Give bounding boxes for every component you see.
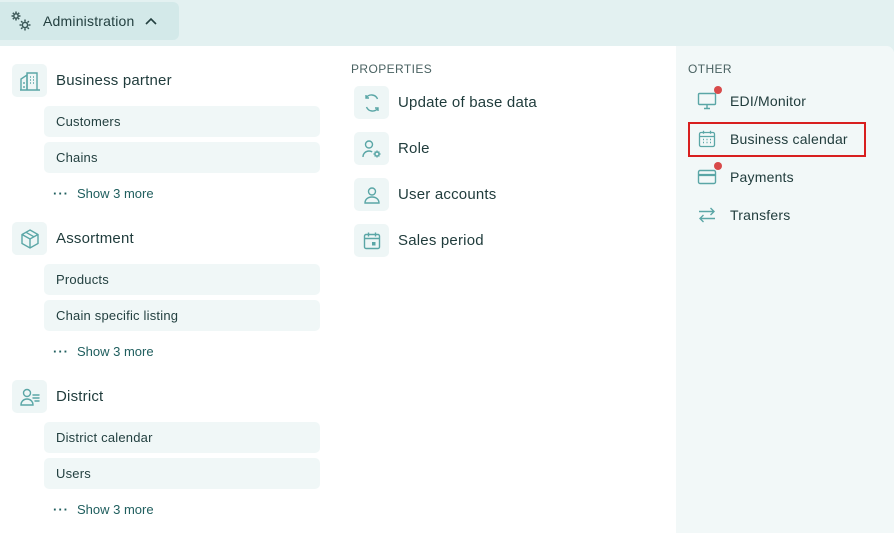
properties-heading: PROPERTIES bbox=[351, 62, 433, 76]
ellipsis-icon: ··· bbox=[53, 185, 69, 201]
group-assortment[interactable]: Assortment bbox=[12, 222, 134, 255]
administration-menu-button[interactable]: Administration bbox=[0, 2, 179, 40]
other-heading: OTHER bbox=[688, 62, 732, 76]
building-icon bbox=[12, 64, 47, 97]
box-icon bbox=[12, 222, 47, 255]
other-edi-monitor[interactable]: EDI/Monitor bbox=[697, 86, 807, 111]
other-transfers[interactable]: Transfers bbox=[697, 205, 790, 225]
property-label: User accounts bbox=[398, 186, 497, 203]
sub-item-chain-specific-listing[interactable]: Chain specific listing bbox=[44, 300, 320, 331]
other-label: EDI/Monitor bbox=[730, 93, 807, 109]
ellipsis-icon: ··· bbox=[53, 343, 69, 359]
gears-icon bbox=[9, 9, 33, 33]
group-business-partner[interactable]: Business partner bbox=[12, 64, 172, 97]
show-more-label: Show 3 more bbox=[77, 343, 154, 359]
highlight-box bbox=[688, 122, 866, 157]
property-sales-period[interactable]: Sales period bbox=[354, 224, 484, 257]
group-title: District bbox=[56, 388, 104, 405]
top-bar: Administration bbox=[0, 0, 894, 46]
credit-card-icon bbox=[697, 162, 722, 187]
property-role[interactable]: Role bbox=[354, 132, 430, 165]
sub-item-products[interactable]: Products bbox=[44, 264, 320, 295]
property-update-of-base-data[interactable]: Update of base data bbox=[354, 86, 537, 119]
sub-item-district-calendar[interactable]: District calendar bbox=[44, 422, 320, 453]
show-more-label: Show 3 more bbox=[77, 185, 154, 201]
show-more-label: Show 3 more bbox=[77, 501, 154, 517]
other-column bbox=[676, 46, 894, 533]
user-icon bbox=[354, 178, 389, 211]
administration-label: Administration bbox=[43, 13, 135, 29]
group-title: Assortment bbox=[56, 230, 134, 247]
calendar-icon bbox=[354, 224, 389, 257]
other-payments[interactable]: Payments bbox=[697, 162, 794, 187]
show-more-assortment[interactable]: ··· Show 3 more bbox=[53, 342, 154, 360]
notification-badge bbox=[714, 86, 722, 94]
other-label: Transfers bbox=[730, 207, 791, 223]
group-title: Business partner bbox=[56, 72, 172, 89]
notification-badge bbox=[714, 162, 722, 170]
refresh-icon bbox=[354, 86, 389, 119]
ellipsis-icon: ··· bbox=[53, 501, 69, 517]
property-label: Sales period bbox=[398, 232, 484, 249]
show-more-district[interactable]: ··· Show 3 more bbox=[53, 500, 154, 518]
group-district[interactable]: District bbox=[12, 380, 103, 413]
other-label: Payments bbox=[730, 169, 794, 185]
user-gear-icon bbox=[354, 132, 389, 165]
user-group-icon bbox=[12, 380, 47, 413]
chevron-up-icon bbox=[144, 17, 157, 25]
transfer-arrows-icon bbox=[697, 205, 717, 225]
monitor-icon bbox=[697, 86, 722, 111]
property-label: Role bbox=[398, 140, 430, 157]
sub-item-customers[interactable]: Customers bbox=[44, 106, 320, 137]
sub-item-users[interactable]: Users bbox=[44, 458, 320, 489]
property-label: Update of base data bbox=[398, 94, 537, 111]
property-user-accounts[interactable]: User accounts bbox=[354, 178, 496, 211]
sub-item-chains[interactable]: Chains bbox=[44, 142, 320, 173]
show-more-business-partner[interactable]: ··· Show 3 more bbox=[53, 184, 154, 202]
